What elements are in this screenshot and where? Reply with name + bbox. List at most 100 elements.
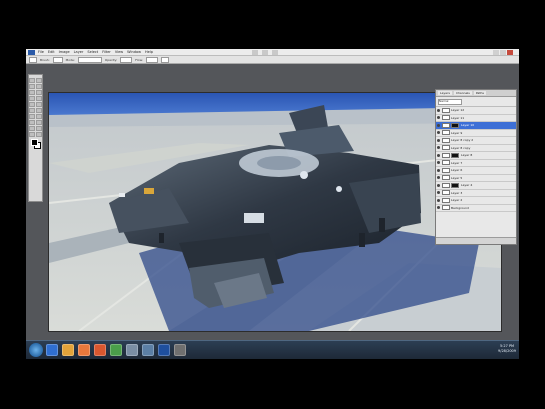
visibility-eye-icon[interactable] xyxy=(437,146,440,150)
hand-tool-icon[interactable] xyxy=(29,132,35,137)
visibility-eye-icon[interactable] xyxy=(437,191,440,195)
visibility-eye-icon[interactable] xyxy=(437,123,440,127)
gradient-tool-icon[interactable] xyxy=(36,108,42,113)
marquee-tool-icon[interactable] xyxy=(36,78,42,83)
brush-tool-icon[interactable] xyxy=(36,96,42,101)
layer-name: Layer 8 copy xyxy=(451,145,471,150)
layer-row[interactable]: Layer 12 xyxy=(436,107,516,115)
tab-channels[interactable]: Channels xyxy=(453,91,472,95)
flow-field[interactable] xyxy=(145,56,158,63)
layer-row[interactable]: Background xyxy=(436,205,516,212)
menu-layer[interactable]: Layer xyxy=(74,50,84,54)
layer-row[interactable]: Layer 8 copy 2 xyxy=(436,137,516,145)
airbrush-icon[interactable] xyxy=(160,56,169,63)
layer-name: Layer 9 xyxy=(451,130,463,135)
menu-bar: File Edit Image Layer Select Filter View… xyxy=(26,49,519,56)
workspace-icon[interactable] xyxy=(252,50,258,55)
layer-thumbnail xyxy=(442,190,450,196)
color-swatches[interactable] xyxy=(29,138,42,149)
type-tool-icon[interactable] xyxy=(36,120,42,125)
dodge-tool-icon[interactable] xyxy=(36,114,42,119)
layer-row[interactable]: Layer 3 xyxy=(436,190,516,197)
brush-picker[interactable] xyxy=(52,56,63,63)
opacity-field[interactable] xyxy=(120,56,133,63)
visibility-eye-icon[interactable] xyxy=(437,176,440,180)
eraser-tool-icon[interactable] xyxy=(29,108,35,113)
layer-actions-bar xyxy=(436,237,516,244)
magic-wand-tool-icon[interactable] xyxy=(36,84,42,89)
menu-view[interactable]: View xyxy=(115,50,123,54)
tab-paths[interactable]: Paths xyxy=(473,91,486,95)
menu-filter[interactable]: Filter xyxy=(102,50,111,54)
maximize-icon[interactable] xyxy=(500,50,506,55)
blend-mode-select[interactable]: Normal xyxy=(438,98,462,105)
move-tool-icon[interactable] xyxy=(29,78,35,83)
path-selection-tool-icon[interactable] xyxy=(29,126,35,131)
layer-row[interactable]: Layer 8 xyxy=(436,152,516,160)
layer-row[interactable]: Layer 11 xyxy=(436,115,516,122)
visibility-eye-icon[interactable] xyxy=(437,161,440,165)
app-icon[interactable] xyxy=(174,344,186,356)
chrome-icon[interactable] xyxy=(110,344,122,356)
layer-row[interactable]: Layer 10 xyxy=(436,122,516,130)
lasso-tool-icon[interactable] xyxy=(29,84,35,89)
menu-select[interactable]: Select xyxy=(87,50,98,54)
layer-row[interactable]: Layer 2 xyxy=(436,197,516,205)
menu-edit[interactable]: Edit xyxy=(48,50,55,54)
menu-help[interactable]: Help xyxy=(145,50,153,54)
history-brush-tool-icon[interactable] xyxy=(36,102,42,107)
shape-tool-icon[interactable] xyxy=(36,126,42,131)
crop-tool-icon[interactable] xyxy=(29,90,35,95)
start-button[interactable] xyxy=(29,343,43,357)
layers-panel-tabs: Layers Channels Paths xyxy=(436,90,516,97)
layer-mask-thumbnail[interactable] xyxy=(451,152,459,158)
blur-tool-icon[interactable] xyxy=(29,114,35,119)
menu-window[interactable]: Window xyxy=(127,50,141,54)
visibility-eye-icon[interactable] xyxy=(437,183,440,187)
ie-icon[interactable] xyxy=(46,344,58,356)
layer-mask-thumbnail[interactable] xyxy=(451,122,459,128)
visibility-eye-icon[interactable] xyxy=(437,168,440,172)
visibility-eye-icon[interactable] xyxy=(437,153,440,157)
foreground-color-swatch[interactable] xyxy=(31,139,38,146)
menu-file[interactable]: File xyxy=(38,50,44,54)
layer-row[interactable]: Layer 6 xyxy=(436,167,516,175)
firefox-icon[interactable] xyxy=(94,344,106,356)
brush-label: Brush: xyxy=(40,57,50,62)
visibility-eye-icon[interactable] xyxy=(437,138,440,142)
layer-row[interactable]: Layer 8 copy xyxy=(436,145,516,152)
clone-stamp-tool-icon[interactable] xyxy=(29,102,35,107)
layer-name: Layer 4 xyxy=(461,183,473,188)
arrange-icon[interactable] xyxy=(272,50,278,55)
zoom-icon[interactable] xyxy=(262,50,268,55)
explorer-icon[interactable] xyxy=(62,344,74,356)
app-icon[interactable] xyxy=(142,344,154,356)
mode-select[interactable] xyxy=(77,56,102,63)
visibility-eye-icon[interactable] xyxy=(437,206,440,210)
app-icon[interactable] xyxy=(126,344,138,356)
layer-row[interactable]: Layer 7 xyxy=(436,160,516,167)
options-bar: Brush: Mode: Opacity: Flow: xyxy=(26,56,519,64)
healing-tool-icon[interactable] xyxy=(29,96,35,101)
menu-image[interactable]: Image xyxy=(59,50,70,54)
tab-layers[interactable]: Layers xyxy=(438,91,452,95)
close-icon[interactable] xyxy=(507,50,513,55)
layer-row[interactable]: Layer 4 xyxy=(436,182,516,190)
system-clock[interactable]: 5:27 PM 9/28/2009 xyxy=(498,344,516,354)
layer-row[interactable]: Layer 5 xyxy=(436,175,516,182)
media-player-icon[interactable] xyxy=(78,344,90,356)
photoshop-icon[interactable] xyxy=(158,344,170,356)
visibility-eye-icon[interactable] xyxy=(437,131,440,135)
layer-thumbnail xyxy=(442,152,450,158)
tool-preset-picker[interactable] xyxy=(29,56,37,63)
layer-row[interactable]: Layer 9 xyxy=(436,130,516,137)
visibility-eye-icon[interactable] xyxy=(437,108,440,112)
visibility-eye-icon[interactable] xyxy=(437,116,440,120)
pen-tool-icon[interactable] xyxy=(29,120,35,125)
visibility-eye-icon[interactable] xyxy=(437,198,440,202)
eyedropper-tool-icon[interactable] xyxy=(36,90,42,95)
layer-mask-thumbnail[interactable] xyxy=(451,182,459,188)
zoom-tool-icon[interactable] xyxy=(36,132,42,137)
document-canvas[interactable] xyxy=(48,92,502,332)
minimize-icon[interactable] xyxy=(493,50,499,55)
